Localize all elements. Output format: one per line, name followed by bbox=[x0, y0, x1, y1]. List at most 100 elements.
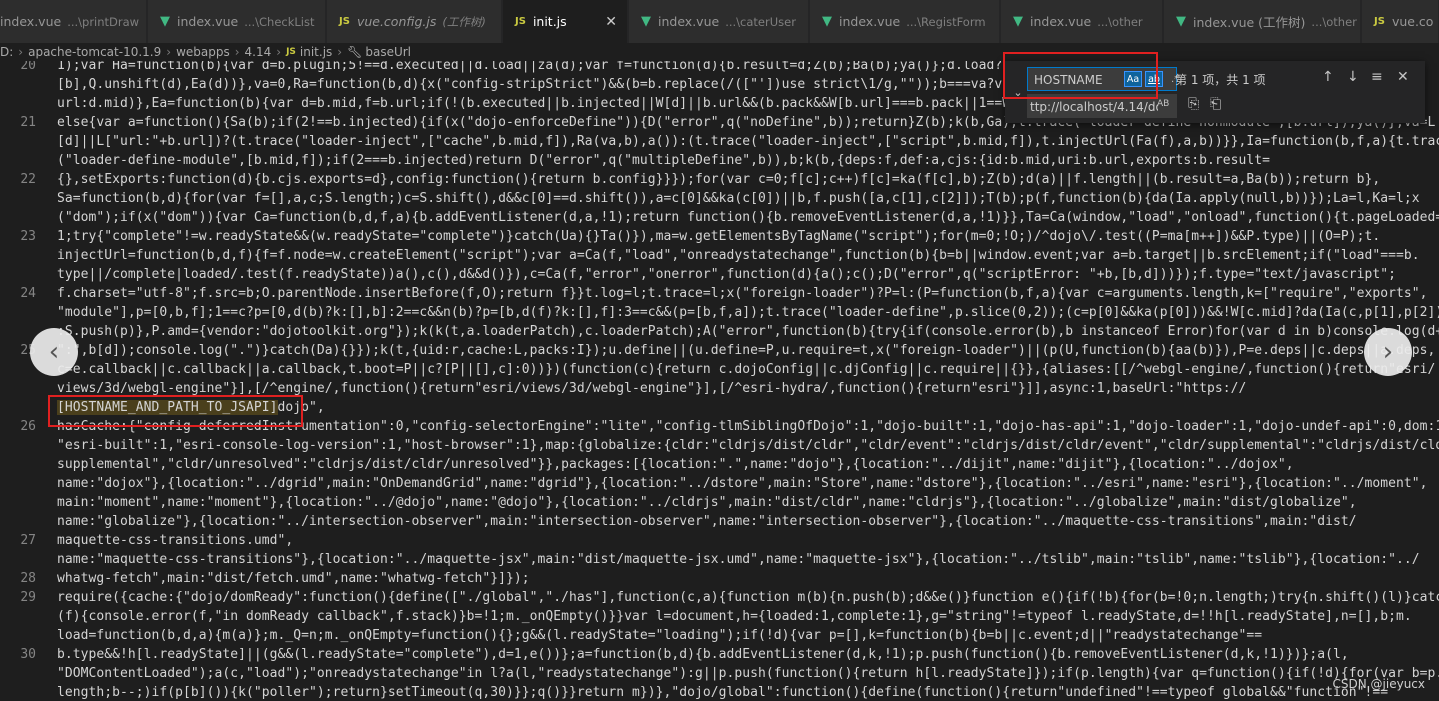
find-replace-widget: ⌄ Aa ab .* 第 1 项，共 1 项 ↑ ↓ ≡ ✕ AB ⎘ ⎗ bbox=[1005, 61, 1425, 123]
chevron-right-icon: › bbox=[337, 45, 343, 59]
tab-label: index.vue bbox=[839, 14, 901, 29]
replace-field-container: AB bbox=[1027, 94, 1177, 120]
code-line: name:"maquette-css-transitions"},{locati… bbox=[57, 552, 1420, 567]
chevron-right-icon: › bbox=[276, 45, 282, 59]
breadcrumb-item-drive[interactable]: D: bbox=[0, 45, 13, 59]
code-line: injectUrl=function(b,d,f){f=f.node=w.cre… bbox=[57, 248, 1420, 263]
line-number: 21 bbox=[20, 115, 36, 130]
code-line: c=e.callback||c.callback||a.callback,t.b… bbox=[57, 362, 1436, 377]
js-file-icon: JS bbox=[339, 16, 350, 27]
replace-icon[interactable]: ⎘ bbox=[1188, 96, 1199, 112]
code-line: type||/complete|loaded/.test(f.readyStat… bbox=[57, 267, 1397, 282]
code-line: name:"dojox"},{location:"../dgrid",main:… bbox=[57, 476, 1428, 491]
close-icon[interactable]: ✕ bbox=[605, 14, 617, 30]
code-line: [d]||L["url:"+b.url])?(t.trace("loader-i… bbox=[57, 134, 1439, 149]
tab-other-worktree[interactable]: ▼ index.vue (工作树) ...\other bbox=[1164, 0, 1361, 43]
preserve-case-toggle[interactable]: AB bbox=[1157, 99, 1169, 109]
code-line: main:"moment",name:"moment"},{location:"… bbox=[57, 495, 1357, 510]
code-line: length;b--;)if(p[b]()){k("poller");retur… bbox=[57, 685, 1389, 700]
toggle-replace-button[interactable]: ⌄ bbox=[1011, 67, 1025, 117]
code-editor[interactable]: 20 21 22 23 24 25 26 27 28 29 30 1);var … bbox=[0, 61, 1439, 701]
tab-vue-config[interactable]: JS vue.config.js (工作树) bbox=[327, 0, 502, 43]
code-line: "module"],p=[0,b,f];1==c?p=[0,d(b)?k:[],… bbox=[57, 305, 1439, 320]
tab-description: ...\other bbox=[1097, 14, 1143, 29]
tab-checklist[interactable]: ▼ index.vue ...\CheckList bbox=[148, 0, 326, 43]
code-line: ":",b[d]);console.log(".")}catch(Da){}})… bbox=[57, 343, 1436, 358]
code-line: load=function(b,d,a){m(a)};m._Q=n;m._onQ… bbox=[57, 628, 1263, 643]
breadcrumb-item-version[interactable]: 4.14 bbox=[245, 45, 272, 59]
code-line: b.type&&!h[l.readyState]||(g&&(l.readySt… bbox=[57, 647, 1349, 662]
line-number: 27 bbox=[20, 533, 36, 548]
code-line: require({cache:{"dojo/domReady":function… bbox=[57, 590, 1439, 605]
tab-printdraw[interactable]: index.vue ...\printDraw bbox=[0, 0, 147, 43]
arrow-up-icon[interactable]: ↑ bbox=[1322, 69, 1334, 85]
vue-file-icon: ▼ bbox=[641, 14, 651, 29]
breadcrumb-item-file[interactable]: init.js bbox=[300, 45, 332, 59]
line-number: 23 bbox=[20, 229, 36, 244]
tab-other[interactable]: ▼ index.vue ...\other bbox=[1001, 0, 1163, 43]
whole-word-toggle[interactable]: ab bbox=[1145, 71, 1163, 87]
breadcrumb-item-symbol[interactable]: baseUrl bbox=[365, 45, 411, 59]
replace-input[interactable] bbox=[1027, 94, 1160, 120]
code-line: [HOSTNAME_AND_PATH_TO_JSAPI]dojo", bbox=[57, 400, 325, 415]
line-number: 28 bbox=[20, 571, 36, 586]
tab-registform[interactable]: ▼ index.vue ...\RegistForm bbox=[810, 0, 1000, 43]
tab-description: ...\RegistForm bbox=[906, 14, 986, 29]
code-line: name:"globalize"},{location:"../intersec… bbox=[57, 514, 1357, 529]
code-line: ("dom");if(x("dom")){var Ca=function(b,d… bbox=[57, 210, 1439, 225]
code-line: f.charset="utf-8";f.src=b;O.parentNode.i… bbox=[57, 286, 1428, 301]
tab-cateruser[interactable]: ▼ index.vue ...\caterUser bbox=[629, 0, 809, 43]
code-line: (f){console.error(f,"in domReady callbac… bbox=[57, 609, 1412, 624]
match-case-toggle[interactable]: Aa bbox=[1124, 71, 1142, 87]
code-area[interactable]: 1);var Ha=function(b){var d=b.plugin;5!=… bbox=[57, 61, 1439, 701]
editor-tab-bar: index.vue ...\printDraw ▼ index.vue ...\… bbox=[0, 0, 1439, 44]
line-number: 20 bbox=[20, 61, 36, 73]
tab-label: vue.config.js bbox=[356, 14, 437, 29]
vue-file-icon: ▼ bbox=[822, 14, 832, 29]
tab-label: index.vue bbox=[177, 14, 239, 29]
code-line: views/3d/webgl-engine"}],[/^engine/,func… bbox=[57, 381, 1247, 396]
code-line: hasCache:{"config-deferredInstrumentatio… bbox=[57, 419, 1439, 434]
line-number: 26 bbox=[20, 419, 36, 434]
code-line: 1);var Ha=function(b){var d=b.plugin;5!=… bbox=[57, 61, 1026, 73]
property-wrench-icon: 🔧︎ bbox=[347, 45, 363, 59]
find-input[interactable] bbox=[1028, 68, 1116, 92]
code-line: ("loader-define-module",[b.mid,f]);if(2=… bbox=[57, 153, 1271, 168]
tab-label: index.vue bbox=[1030, 14, 1092, 29]
code-line: :S.push(p)},P.amd={vendor:"dojotoolkit.o… bbox=[57, 324, 1439, 339]
code-line: {},setExports:function(d){b.cjs.exports=… bbox=[57, 172, 1381, 187]
watermark: CSDN @jieyucx bbox=[1332, 677, 1425, 691]
line-number: 29 bbox=[20, 590, 36, 605]
tab-vue-config-2[interactable]: JS vue.co bbox=[1362, 0, 1439, 43]
find-field-container: Aa ab .* bbox=[1027, 67, 1179, 92]
tab-label: vue.co bbox=[1391, 14, 1434, 29]
tab-description: ...\printDraw bbox=[67, 14, 140, 29]
previous-image-button[interactable]: ‹ bbox=[30, 328, 78, 376]
code-line: whatwg-fetch",main:"dist/fetch.umd",name… bbox=[57, 571, 530, 586]
chevron-down-icon: ⌄ bbox=[1013, 85, 1023, 99]
vue-file-icon: ▼ bbox=[1013, 14, 1023, 29]
breadcrumb-item-tomcat[interactable]: apache-tomcat-10.1.9 bbox=[28, 45, 161, 59]
line-number: 30 bbox=[20, 647, 36, 662]
tab-description: ...\CheckList bbox=[244, 14, 315, 29]
tab-description: ...\caterUser bbox=[725, 14, 796, 29]
code-line: "DOMContentLoaded");a(c,"load");"onready… bbox=[57, 666, 1439, 681]
close-icon[interactable]: ✕ bbox=[1397, 69, 1409, 85]
tab-description: (工作树) bbox=[442, 14, 486, 29]
breadcrumb-item-webapps[interactable]: webapps bbox=[176, 45, 230, 59]
line-number: 24 bbox=[20, 286, 36, 301]
tab-label: index.vue bbox=[0, 14, 62, 29]
tab-description: ...\other bbox=[1311, 14, 1357, 29]
line-number-gutter: 20 21 22 23 24 25 26 27 28 29 30 bbox=[0, 61, 48, 701]
tab-init-js[interactable]: JS init.js ✕ bbox=[503, 0, 628, 43]
code-line: maquette-css-transitions.umd", bbox=[57, 533, 294, 548]
next-image-button[interactable]: › bbox=[1364, 328, 1412, 376]
chevron-right-icon: › bbox=[166, 45, 172, 59]
arrow-down-icon[interactable]: ↓ bbox=[1347, 69, 1359, 85]
js-file-icon: JS bbox=[515, 16, 526, 27]
find-in-selection-icon[interactable]: ≡ bbox=[1371, 69, 1383, 85]
replace-all-icon[interactable]: ⎗ bbox=[1210, 96, 1221, 112]
js-file-icon: JS bbox=[1374, 16, 1385, 27]
code-line: "esri-built":1,"esri-console-log-version… bbox=[57, 438, 1439, 453]
code-line: url:d.mid)},Ea=function(b){var d=b.mid,f… bbox=[57, 96, 1026, 111]
